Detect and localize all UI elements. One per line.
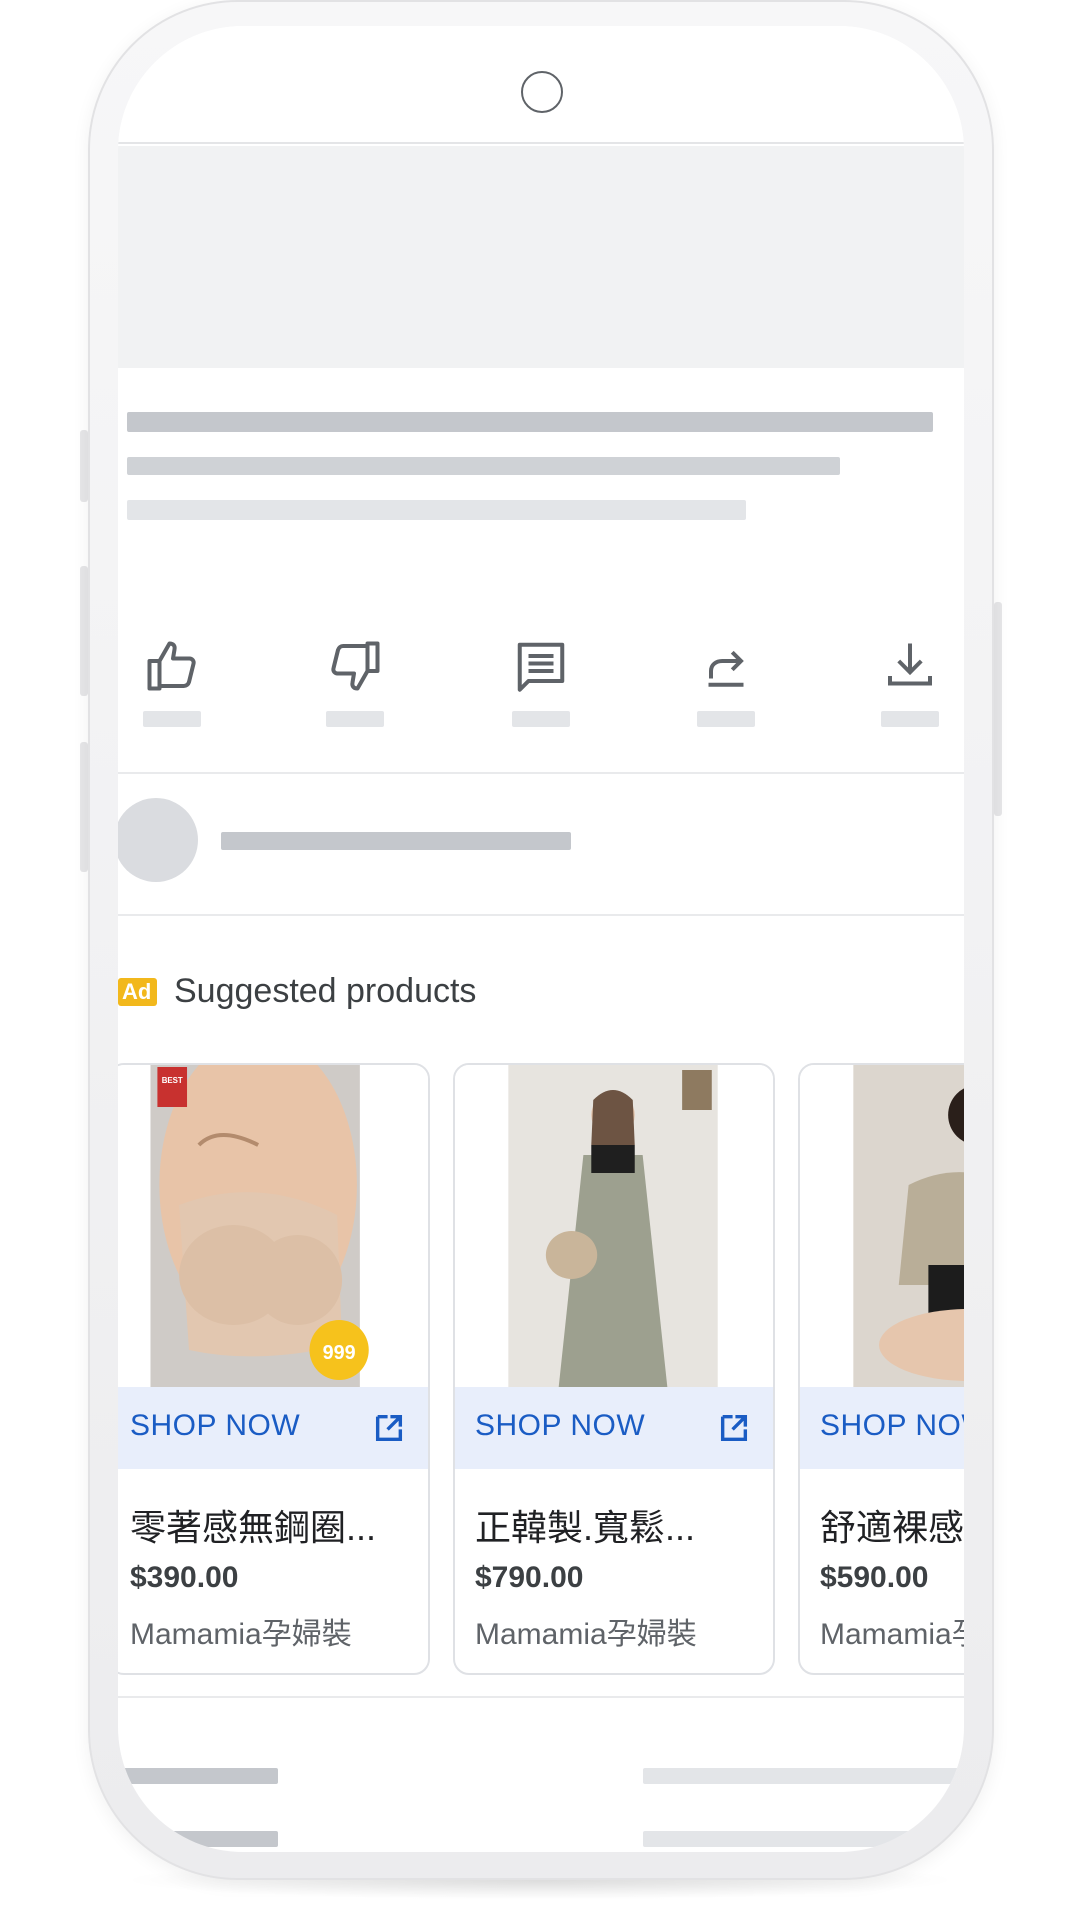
video-meta-skeleton-line bbox=[127, 500, 746, 520]
product-title: 零著感無鋼圈... bbox=[130, 1507, 377, 1548]
shop-now-button[interactable]: SHOP NOW bbox=[800, 1387, 964, 1469]
share-icon bbox=[708, 650, 744, 687]
shop-now-label: SHOP NOW bbox=[130, 1409, 301, 1442]
comment-icon bbox=[517, 642, 565, 692]
comments-label-skeleton bbox=[512, 711, 570, 727]
product-card[interactable]: SHOP NOW 正韓製.寬鬆... $790.00 Mamamia孕婦裝 bbox=[453, 1063, 775, 1675]
product-seller: Mamamia孕婦裝 bbox=[820, 1618, 964, 1651]
product-seller: Mamamia孕婦裝 bbox=[130, 1618, 352, 1651]
like-button[interactable] bbox=[142, 636, 202, 727]
price-sticker-text: 999 bbox=[323, 1342, 356, 1364]
video-player-placeholder[interactable] bbox=[118, 146, 964, 368]
status-bar bbox=[118, 26, 964, 144]
download-button[interactable] bbox=[880, 636, 940, 727]
channel-name-skeleton bbox=[221, 832, 571, 850]
dislike-button[interactable] bbox=[325, 636, 385, 727]
product-image[interactable] bbox=[800, 1065, 964, 1387]
product-card[interactable]: SHOP NOW 舒適裸感... $590.00 Mamamia孕婦裝 bbox=[798, 1063, 964, 1675]
phone-volume-up-button bbox=[80, 566, 88, 696]
download-icon bbox=[888, 643, 932, 686]
product-price: $590.00 bbox=[820, 1561, 929, 1594]
front-camera-icon bbox=[521, 71, 563, 113]
product-title: 正韓製.寬鬆... bbox=[475, 1507, 696, 1548]
product-card[interactable]: 999 BEST SHOP NOW 零著感無鋼圈... $390.00 Mama… bbox=[118, 1063, 430, 1675]
next-item-skeleton-right-2 bbox=[643, 1831, 964, 1847]
download-label-skeleton bbox=[881, 711, 939, 727]
thumbs-up-icon bbox=[147, 641, 196, 691]
phone-power-button bbox=[994, 602, 1002, 816]
share-button[interactable] bbox=[696, 636, 756, 727]
divider-above-channel bbox=[118, 772, 964, 774]
phone-screen: Ad Suggested products 999 BEST SHOP NOW … bbox=[118, 26, 964, 1852]
next-item-skeleton-left-2 bbox=[118, 1831, 278, 1847]
next-item-skeleton-left-1 bbox=[118, 1768, 278, 1784]
suggested-products-title: Suggested products bbox=[174, 972, 477, 1010]
best-tag bbox=[157, 1067, 188, 1107]
external-link-icon bbox=[720, 1414, 748, 1442]
divider-below-ads bbox=[118, 1696, 964, 1698]
shop-now-label: SHOP NOW bbox=[820, 1409, 964, 1442]
video-title-skeleton-line-1 bbox=[127, 412, 933, 432]
shop-now-button[interactable]: SHOP NOW bbox=[118, 1387, 428, 1469]
shop-now-button[interactable]: SHOP NOW bbox=[455, 1387, 773, 1469]
best-tag-text: BEST bbox=[162, 1076, 183, 1085]
video-title-skeleton-line-2 bbox=[127, 457, 840, 475]
ad-badge: Ad bbox=[118, 978, 158, 1006]
comments-button[interactable] bbox=[511, 636, 571, 727]
product-title: 舒適裸感... bbox=[820, 1507, 964, 1548]
next-item-skeleton-right-1 bbox=[643, 1768, 964, 1784]
share-label-skeleton bbox=[697, 711, 755, 727]
divider-above-ads bbox=[118, 914, 964, 916]
phone-mute-button bbox=[80, 430, 88, 502]
shop-now-label: SHOP NOW bbox=[475, 1409, 646, 1442]
product-image[interactable]: 999 BEST bbox=[118, 1065, 428, 1387]
external-link-icon bbox=[375, 1414, 403, 1442]
product-price: $390.00 bbox=[130, 1561, 239, 1594]
product-image[interactable] bbox=[455, 1065, 773, 1387]
thumbs-down-icon bbox=[331, 641, 380, 691]
product-seller: Mamamia孕婦裝 bbox=[475, 1618, 697, 1651]
phone-volume-down-button bbox=[80, 742, 88, 872]
like-count-skeleton bbox=[143, 711, 201, 727]
dislike-label-skeleton bbox=[326, 711, 384, 727]
product-price: $790.00 bbox=[475, 1561, 584, 1594]
channel-avatar[interactable] bbox=[118, 798, 198, 882]
